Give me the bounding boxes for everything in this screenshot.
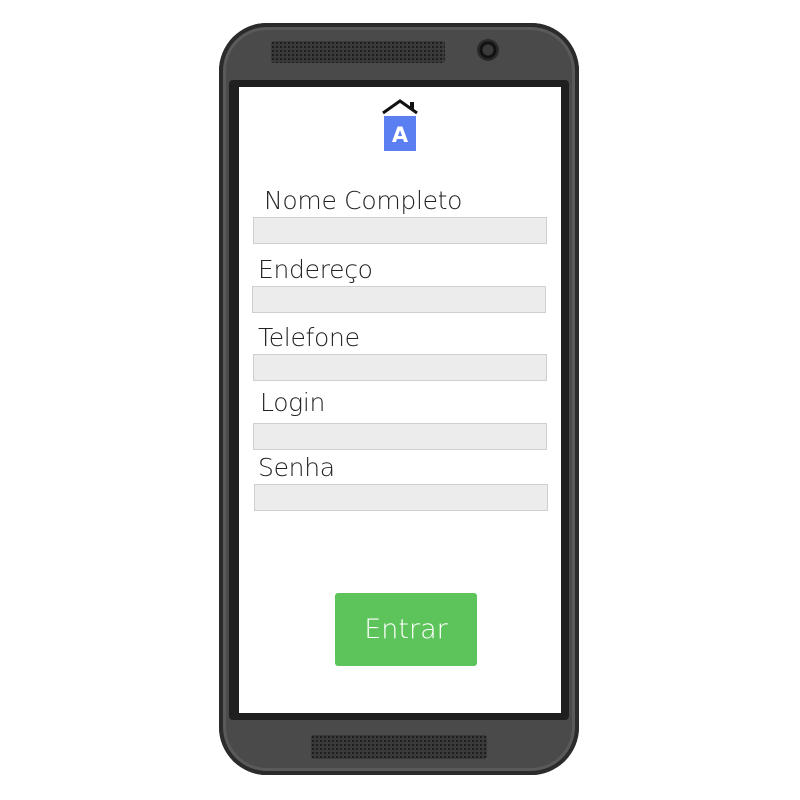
- full-name-field[interactable]: [253, 217, 547, 244]
- password-label: Senha: [258, 453, 335, 482]
- full-name-label: Nome Completo: [264, 186, 463, 215]
- phone-label: Telefone: [258, 323, 360, 352]
- address-label: Endereço: [258, 255, 373, 284]
- phone-field[interactable]: [253, 354, 547, 381]
- password-field[interactable]: [254, 484, 548, 511]
- login-label: Login: [260, 388, 326, 417]
- app-screen: A Nome Completo Endereço Telefone Login …: [239, 87, 561, 713]
- front-camera: [477, 39, 499, 61]
- bottom-speaker: [311, 735, 487, 759]
- address-field[interactable]: [252, 286, 546, 313]
- enter-button[interactable]: Entrar: [335, 593, 477, 666]
- logo-letter: A: [392, 123, 409, 147]
- earpiece-speaker: [271, 41, 445, 63]
- house-a-icon: A: [382, 99, 418, 151]
- login-field[interactable]: [253, 423, 547, 450]
